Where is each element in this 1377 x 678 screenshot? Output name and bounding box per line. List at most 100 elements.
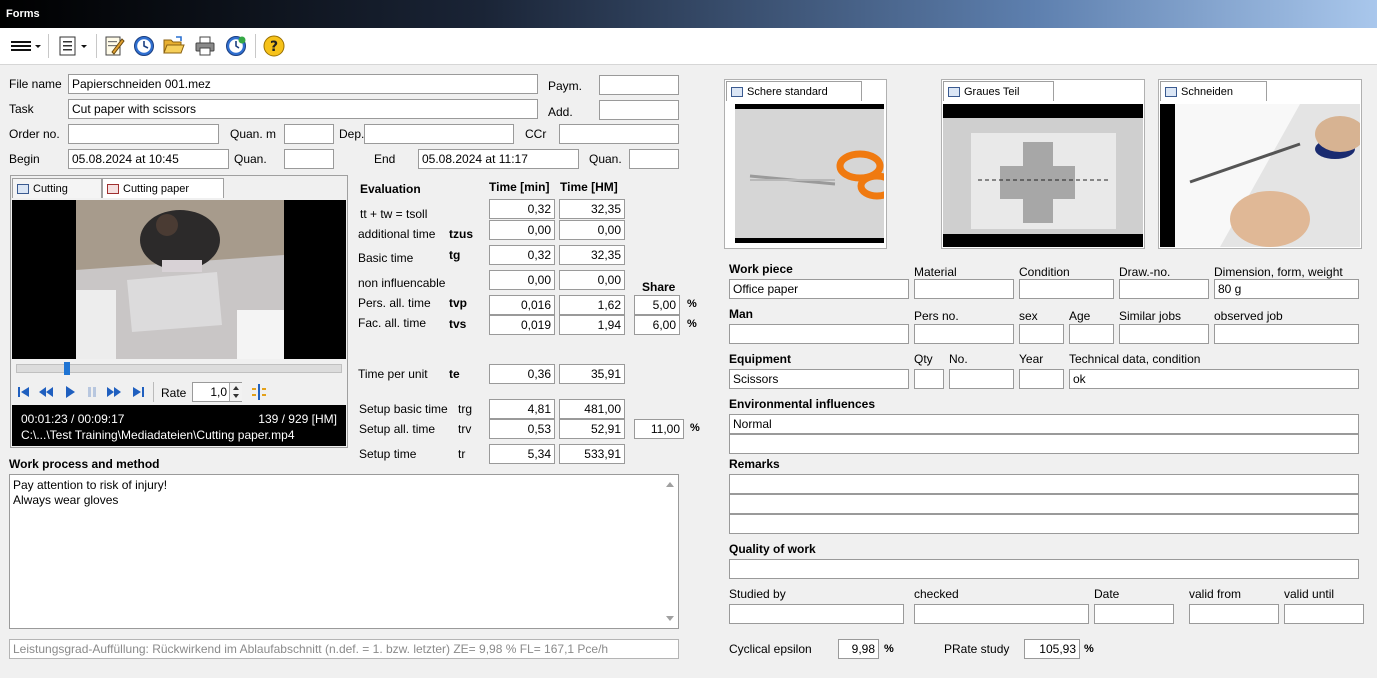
- rewind-button[interactable]: [38, 384, 54, 400]
- sex-label: sex: [1019, 309, 1038, 323]
- image-tab[interactable]: Schere standard: [726, 81, 862, 101]
- eval-hm-field[interactable]: 0,00: [559, 220, 625, 240]
- date-field[interactable]: [1094, 604, 1174, 624]
- pause-button[interactable]: [84, 384, 100, 400]
- environment-field-1[interactable]: Normal: [729, 414, 1359, 434]
- work-process-textarea[interactable]: Pay attention to risk of injury! Always …: [9, 474, 679, 629]
- environment-field-2[interactable]: [729, 434, 1359, 454]
- eval-min-field[interactable]: 0,016: [489, 295, 555, 315]
- share-field[interactable]: 6,00: [634, 315, 680, 335]
- no-field[interactable]: [949, 369, 1014, 389]
- open-button[interactable]: [161, 34, 187, 58]
- paym-field[interactable]: [599, 75, 679, 95]
- eval-hm-field[interactable]: 533,91: [559, 444, 625, 464]
- material-field[interactable]: [914, 279, 1014, 299]
- skip-end-button[interactable]: [130, 384, 146, 400]
- share-header: Share: [642, 280, 676, 294]
- eval-hm-field[interactable]: 0,00: [559, 270, 625, 290]
- refresh-button[interactable]: [223, 34, 249, 58]
- remarks-field-1[interactable]: [729, 474, 1359, 494]
- video-tab-cutting-paper[interactable]: Cutting paper: [102, 178, 224, 198]
- eval-hm-field[interactable]: 32,35: [559, 245, 625, 265]
- tech-data-field[interactable]: ok: [1069, 369, 1359, 389]
- menu-button[interactable]: [8, 34, 42, 58]
- pause-icon: [88, 387, 96, 397]
- help-button[interactable]: ?: [261, 34, 287, 58]
- begin-field[interactable]: 05.08.2024 at 10:45: [68, 149, 229, 169]
- eval-min-field[interactable]: 0,53: [489, 419, 555, 439]
- eval-min-field[interactable]: 4,81: [489, 399, 555, 419]
- eval-min-field[interactable]: 0,36: [489, 364, 555, 384]
- dep-label: Dep.: [339, 127, 365, 141]
- video-seek-thumb[interactable]: [64, 362, 70, 375]
- eval-min-field[interactable]: 0,00: [489, 270, 555, 290]
- file-name-field[interactable]: Papierschneiden 001.mez: [68, 74, 538, 94]
- year-field[interactable]: [1019, 369, 1064, 389]
- valid-until-field[interactable]: [1284, 604, 1364, 624]
- image-tab[interactable]: Schneiden: [1160, 81, 1267, 101]
- cyclical-epsilon-field[interactable]: 9,98: [838, 639, 879, 659]
- rate-spin-buttons[interactable]: [229, 383, 242, 401]
- valid-from-field[interactable]: [1189, 604, 1279, 624]
- eval-hm-field[interactable]: 52,91: [559, 419, 625, 439]
- share-field[interactable]: 11,00: [634, 419, 684, 439]
- edit-button[interactable]: [101, 34, 127, 58]
- eval-min-field[interactable]: 0,00: [489, 220, 555, 240]
- eval-hm-field[interactable]: 32,35: [559, 199, 625, 219]
- task-field[interactable]: Cut paper with scissors: [68, 99, 538, 119]
- eval-min-field[interactable]: 5,34: [489, 444, 555, 464]
- condition-field[interactable]: [1019, 279, 1114, 299]
- image-tab-icon: [948, 86, 960, 97]
- similar-jobs-field[interactable]: [1119, 324, 1209, 344]
- eval-hm-field[interactable]: 1,62: [559, 295, 625, 315]
- equipment-field[interactable]: Scissors: [729, 369, 909, 389]
- fast-forward-button[interactable]: [106, 384, 122, 400]
- sex-field[interactable]: [1019, 324, 1064, 344]
- prate-study-field[interactable]: 105,93: [1024, 639, 1080, 659]
- persno-field[interactable]: [914, 324, 1014, 344]
- percent-sign: %: [1084, 643, 1094, 655]
- studied-by-field[interactable]: [729, 604, 904, 624]
- eval-min-field[interactable]: 0,019: [489, 315, 555, 335]
- man-field[interactable]: [729, 324, 909, 344]
- eval-hm-field[interactable]: 481,00: [559, 399, 625, 419]
- video-viewport[interactable]: [12, 200, 346, 359]
- video-seek-track[interactable]: [16, 362, 342, 375]
- play-button[interactable]: [62, 384, 78, 400]
- workpiece-field[interactable]: Office paper: [729, 279, 909, 299]
- observed-job-field[interactable]: [1214, 324, 1359, 344]
- folder-open-icon: [163, 36, 185, 54]
- scrollbar[interactable]: [662, 475, 678, 628]
- ccr-field[interactable]: [559, 124, 679, 144]
- add-field[interactable]: [599, 100, 679, 120]
- eval-min-field[interactable]: 0,32: [489, 199, 555, 219]
- eval-min-field[interactable]: 0,32: [489, 245, 555, 265]
- share-field[interactable]: 5,00: [634, 295, 680, 315]
- eval-hm-field[interactable]: 35,91: [559, 364, 625, 384]
- quality-field[interactable]: [729, 559, 1359, 579]
- time-hm-header: Time [HM]: [560, 180, 618, 194]
- dimension-field[interactable]: 80 g: [1214, 279, 1359, 299]
- image-tab[interactable]: Graues Teil: [943, 81, 1054, 101]
- skip-start-button[interactable]: [16, 384, 32, 400]
- video-time-readout: 00:01:23 / 00:09:17: [21, 412, 125, 426]
- eval-hm-field[interactable]: 1,94: [559, 315, 625, 335]
- marker-button[interactable]: [250, 382, 268, 402]
- drawno-field[interactable]: [1119, 279, 1209, 299]
- video-tab-cutting[interactable]: Cutting: [12, 178, 102, 198]
- age-field[interactable]: [1069, 324, 1114, 344]
- order-field[interactable]: [68, 124, 219, 144]
- dep-field[interactable]: [364, 124, 514, 144]
- eval-row-label: non influencable: [358, 276, 446, 290]
- form-template-button[interactable]: [56, 34, 90, 58]
- checked-field[interactable]: [914, 604, 1089, 624]
- print-button[interactable]: [192, 34, 218, 58]
- qty-field[interactable]: [914, 369, 944, 389]
- quan-m-field[interactable]: [284, 124, 334, 144]
- timing-button[interactable]: [131, 34, 157, 58]
- remarks-field-3[interactable]: [729, 514, 1359, 534]
- quan1-field[interactable]: [284, 149, 334, 169]
- remarks-field-2[interactable]: [729, 494, 1359, 514]
- end-field[interactable]: 05.08.2024 at 11:17: [418, 149, 579, 169]
- quan2-field[interactable]: [629, 149, 679, 169]
